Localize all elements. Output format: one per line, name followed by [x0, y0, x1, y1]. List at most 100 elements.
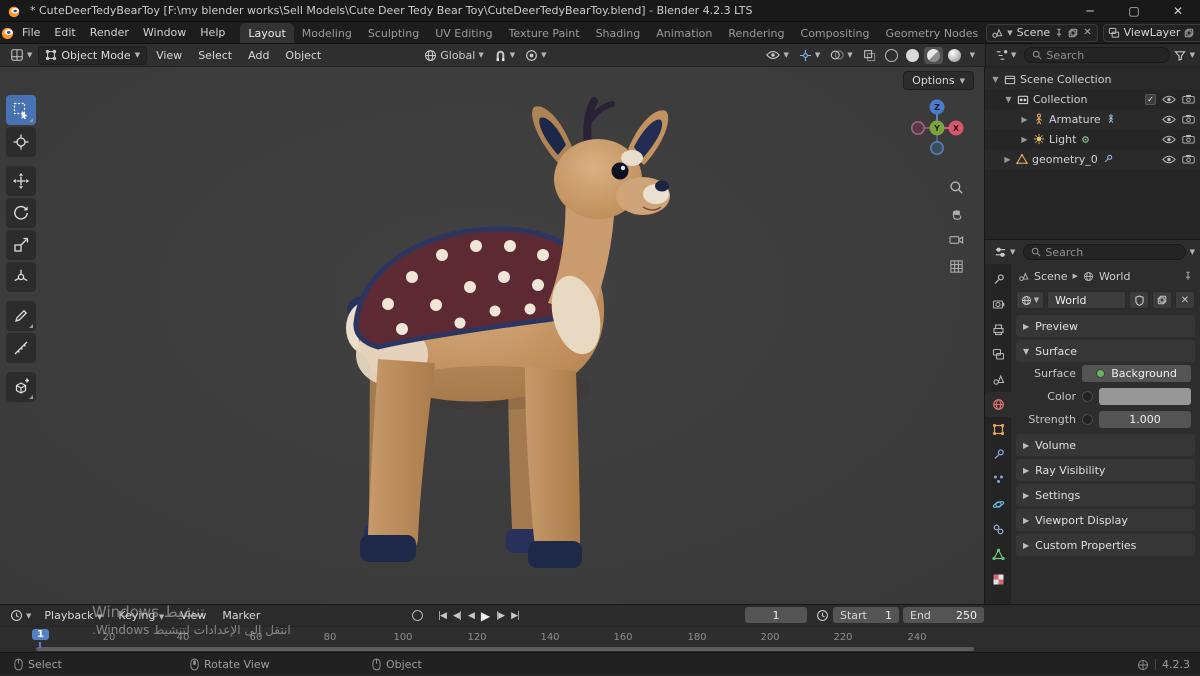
timeline-ruler[interactable]: 20 40 60 80 100 120 140 160 180 200 220 …	[0, 626, 1200, 648]
expander-icon[interactable]: ▼	[989, 75, 1002, 84]
gizmo-minus-x[interactable]	[911, 121, 925, 135]
workspace-tab-animation[interactable]: Animation	[648, 23, 720, 43]
xray-toggle[interactable]	[859, 47, 880, 64]
tab-physics[interactable]	[985, 492, 1011, 517]
unlink-world-button[interactable]: ✕	[1175, 291, 1195, 309]
close-button[interactable]: ✕	[1156, 0, 1200, 21]
tool-add-cube-button[interactable]	[6, 372, 36, 402]
hide-eye-icon[interactable]	[1162, 115, 1176, 124]
panel-custom-properties[interactable]: ▶ Custom Properties	[1016, 534, 1195, 556]
chevron-down-icon[interactable]: ▼	[1190, 51, 1195, 59]
pin-icon[interactable]	[1183, 271, 1193, 281]
hide-eye-icon[interactable]	[1162, 135, 1176, 144]
camera-view-icon[interactable]	[946, 230, 966, 250]
menu-edit[interactable]: Edit	[47, 22, 82, 43]
workspace-tab-geometry-nodes[interactable]: Geometry Nodes	[877, 23, 986, 43]
surface-shader-field[interactable]: Background	[1082, 365, 1191, 382]
shading-material-button[interactable]	[923, 46, 943, 64]
gizmo-minus-z[interactable]	[930, 141, 944, 155]
tab-render[interactable]	[985, 292, 1011, 317]
frame-start-field[interactable]: Start 1	[833, 607, 899, 623]
workspace-tab-uv-editing[interactable]: UV Editing	[427, 23, 500, 43]
menu-file[interactable]: File	[15, 22, 47, 43]
tool-rotate-button[interactable]	[6, 198, 36, 228]
frame-end-field[interactable]: End 250	[903, 607, 984, 623]
outliner-row-light[interactable]: ▶ Light	[985, 129, 1200, 149]
object-visibility-dropdown[interactable]: ▼	[762, 48, 792, 62]
menu-help[interactable]: Help	[193, 22, 232, 43]
tool-transform-button[interactable]	[6, 262, 36, 292]
outliner-editor-type-button[interactable]: ▼	[991, 47, 1020, 64]
expander-icon[interactable]: ▶	[1018, 135, 1031, 144]
animate-dot-icon[interactable]	[1082, 391, 1093, 402]
expander-icon[interactable]: ▶	[1001, 155, 1014, 164]
timeline-editor-type-button[interactable]: ▼	[6, 607, 35, 624]
tab-object-data[interactable]	[985, 542, 1011, 567]
overlays-dropdown[interactable]: ▼	[826, 47, 856, 63]
menu-add[interactable]: Add	[241, 47, 276, 64]
pin-icon[interactable]	[1054, 28, 1064, 38]
menu-object[interactable]: Object	[278, 47, 328, 64]
breadcrumb-world[interactable]: World	[1099, 270, 1131, 283]
render-camera-icon[interactable]	[1182, 134, 1195, 144]
world-name-field[interactable]: World	[1047, 291, 1126, 309]
workspace-tab-modeling[interactable]: Modeling	[294, 23, 360, 43]
current-frame-field[interactable]: 1	[745, 607, 807, 623]
play-button[interactable]: ▶	[479, 609, 491, 623]
editor-type-button[interactable]: ▼	[6, 46, 36, 64]
panel-ray-visibility[interactable]: ▶ Ray Visibility	[1016, 459, 1195, 481]
outliner-row-scene-collection[interactable]: ▼ Scene Collection	[985, 69, 1200, 89]
snap-toggle[interactable]: ▼	[490, 47, 519, 64]
new-viewlayer-icon[interactable]	[1184, 28, 1194, 38]
workspace-tab-compositing[interactable]: Compositing	[793, 23, 878, 43]
viewlayer-selector[interactable]: ViewLayer ✕	[1102, 23, 1200, 42]
outliner-search[interactable]: Search	[1024, 47, 1170, 63]
menu-marker[interactable]: Marker	[215, 607, 267, 624]
blender-menu-icon[interactable]	[0, 25, 15, 40]
tool-select-box-button[interactable]	[6, 95, 36, 125]
outliner-row-collection[interactable]: ▼ Collection ✓	[985, 89, 1200, 109]
tab-object[interactable]	[985, 417, 1011, 442]
properties-search[interactable]: Search	[1023, 244, 1186, 260]
deer-model[interactable]	[340, 91, 690, 571]
menu-view[interactable]: View	[149, 47, 189, 64]
fake-user-shield-button[interactable]	[1129, 291, 1149, 309]
unlink-scene-icon[interactable]: ✕	[1082, 27, 1092, 38]
outliner-row-geometry-0[interactable]: ▶ geometry_0	[985, 149, 1200, 169]
tool-move-button[interactable]	[6, 166, 36, 196]
tab-world[interactable]	[985, 392, 1011, 417]
proportional-editing-toggle[interactable]: ▼	[521, 47, 550, 64]
panel-viewport-display[interactable]: ▶ Viewport Display	[1016, 509, 1195, 531]
maximize-button[interactable]: ▢	[1112, 0, 1156, 21]
workspace-tab-sculpting[interactable]: Sculpting	[360, 23, 427, 43]
mode-dropdown[interactable]: Object Mode ▼	[38, 45, 148, 65]
menu-keying[interactable]: Keying ▼	[111, 607, 171, 624]
zoom-icon[interactable]	[946, 177, 966, 197]
pan-hand-icon[interactable]	[946, 204, 966, 224]
workspace-tab-layout[interactable]: Layout	[240, 23, 294, 43]
render-camera-icon[interactable]	[1182, 154, 1195, 164]
filter-icon[interactable]	[1173, 50, 1186, 61]
tab-output[interactable]	[985, 317, 1011, 342]
strength-field[interactable]: 1.000	[1099, 411, 1191, 428]
chevron-down-icon[interactable]: ▼	[1190, 248, 1195, 256]
hide-eye-icon[interactable]	[1162, 155, 1176, 164]
panel-preview[interactable]: ▶ Preview	[1016, 315, 1195, 337]
tab-particles[interactable]	[985, 467, 1011, 492]
workspace-tab-texture-paint[interactable]: Texture Paint	[501, 23, 588, 43]
gizmos-dropdown[interactable]: ▼	[795, 47, 824, 64]
shading-solid-button[interactable]	[903, 47, 922, 64]
menu-playback[interactable]: Playback ▼	[37, 607, 109, 624]
breadcrumb-scene[interactable]: Scene	[1034, 270, 1068, 283]
menu-select[interactable]: Select	[191, 47, 239, 64]
minimize-button[interactable]: ─	[1068, 0, 1112, 21]
panel-volume[interactable]: ▶ Volume	[1016, 434, 1195, 456]
animate-dot-icon[interactable]	[1082, 414, 1093, 425]
tool-measure-button[interactable]	[6, 333, 36, 363]
network-icon[interactable]	[1137, 659, 1149, 671]
shading-wireframe-button[interactable]	[882, 47, 901, 64]
tab-constraints[interactable]	[985, 517, 1011, 542]
tool-annotate-button[interactable]	[6, 301, 36, 331]
jump-to-end-button[interactable]: ▶|	[509, 611, 521, 621]
use-preview-range-icon[interactable]	[816, 609, 829, 622]
